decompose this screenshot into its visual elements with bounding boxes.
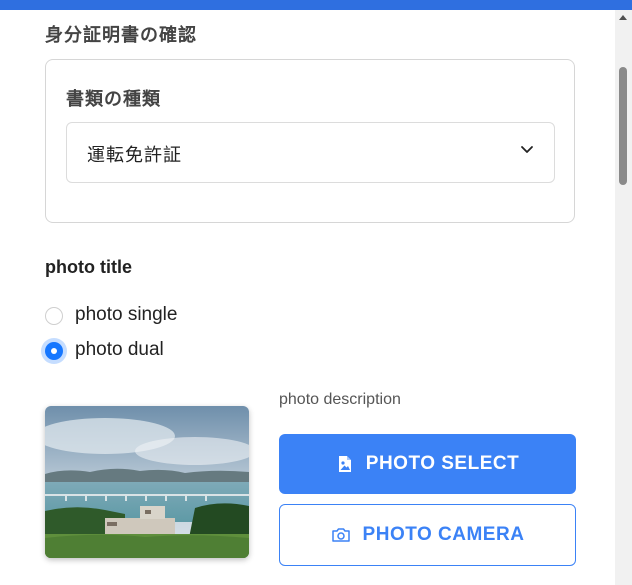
window-top-bar <box>0 0 632 10</box>
radio-button-checked[interactable] <box>45 342 63 360</box>
photo-select-label: PHOTO SELECT <box>365 453 520 474</box>
photo-preview-image <box>45 406 249 558</box>
photo-camera-button[interactable]: PHOTO CAMERA <box>279 504 576 566</box>
image-file-icon <box>338 456 351 472</box>
chevron-down-icon <box>521 146 533 153</box>
section-title: 身分証明書の確認 <box>45 25 197 46</box>
scroll-up-arrow-icon[interactable] <box>619 15 627 20</box>
document-type-select[interactable]: 運転免許証 <box>66 122 555 183</box>
vertical-scrollbar[interactable] <box>615 10 632 585</box>
scrollbar-thumb[interactable] <box>619 67 627 185</box>
photo-select-button[interactable]: PHOTO SELECT <box>279 434 576 494</box>
document-type-card: 書類の種類 運転免許証 <box>45 59 575 223</box>
photo-title: photo title <box>45 257 132 277</box>
photo-description: photo description <box>279 391 401 408</box>
document-type-label: 書類の種類 <box>66 89 161 110</box>
photo-camera-label: PHOTO CAMERA <box>362 524 525 545</box>
camera-icon <box>331 528 350 542</box>
radio-label-photo-dual: photo dual <box>75 339 164 360</box>
radio-button-unchecked[interactable] <box>45 307 63 325</box>
document-type-selected-value: 運転免許証 <box>87 145 182 166</box>
radio-label-photo-single: photo single <box>75 304 178 325</box>
